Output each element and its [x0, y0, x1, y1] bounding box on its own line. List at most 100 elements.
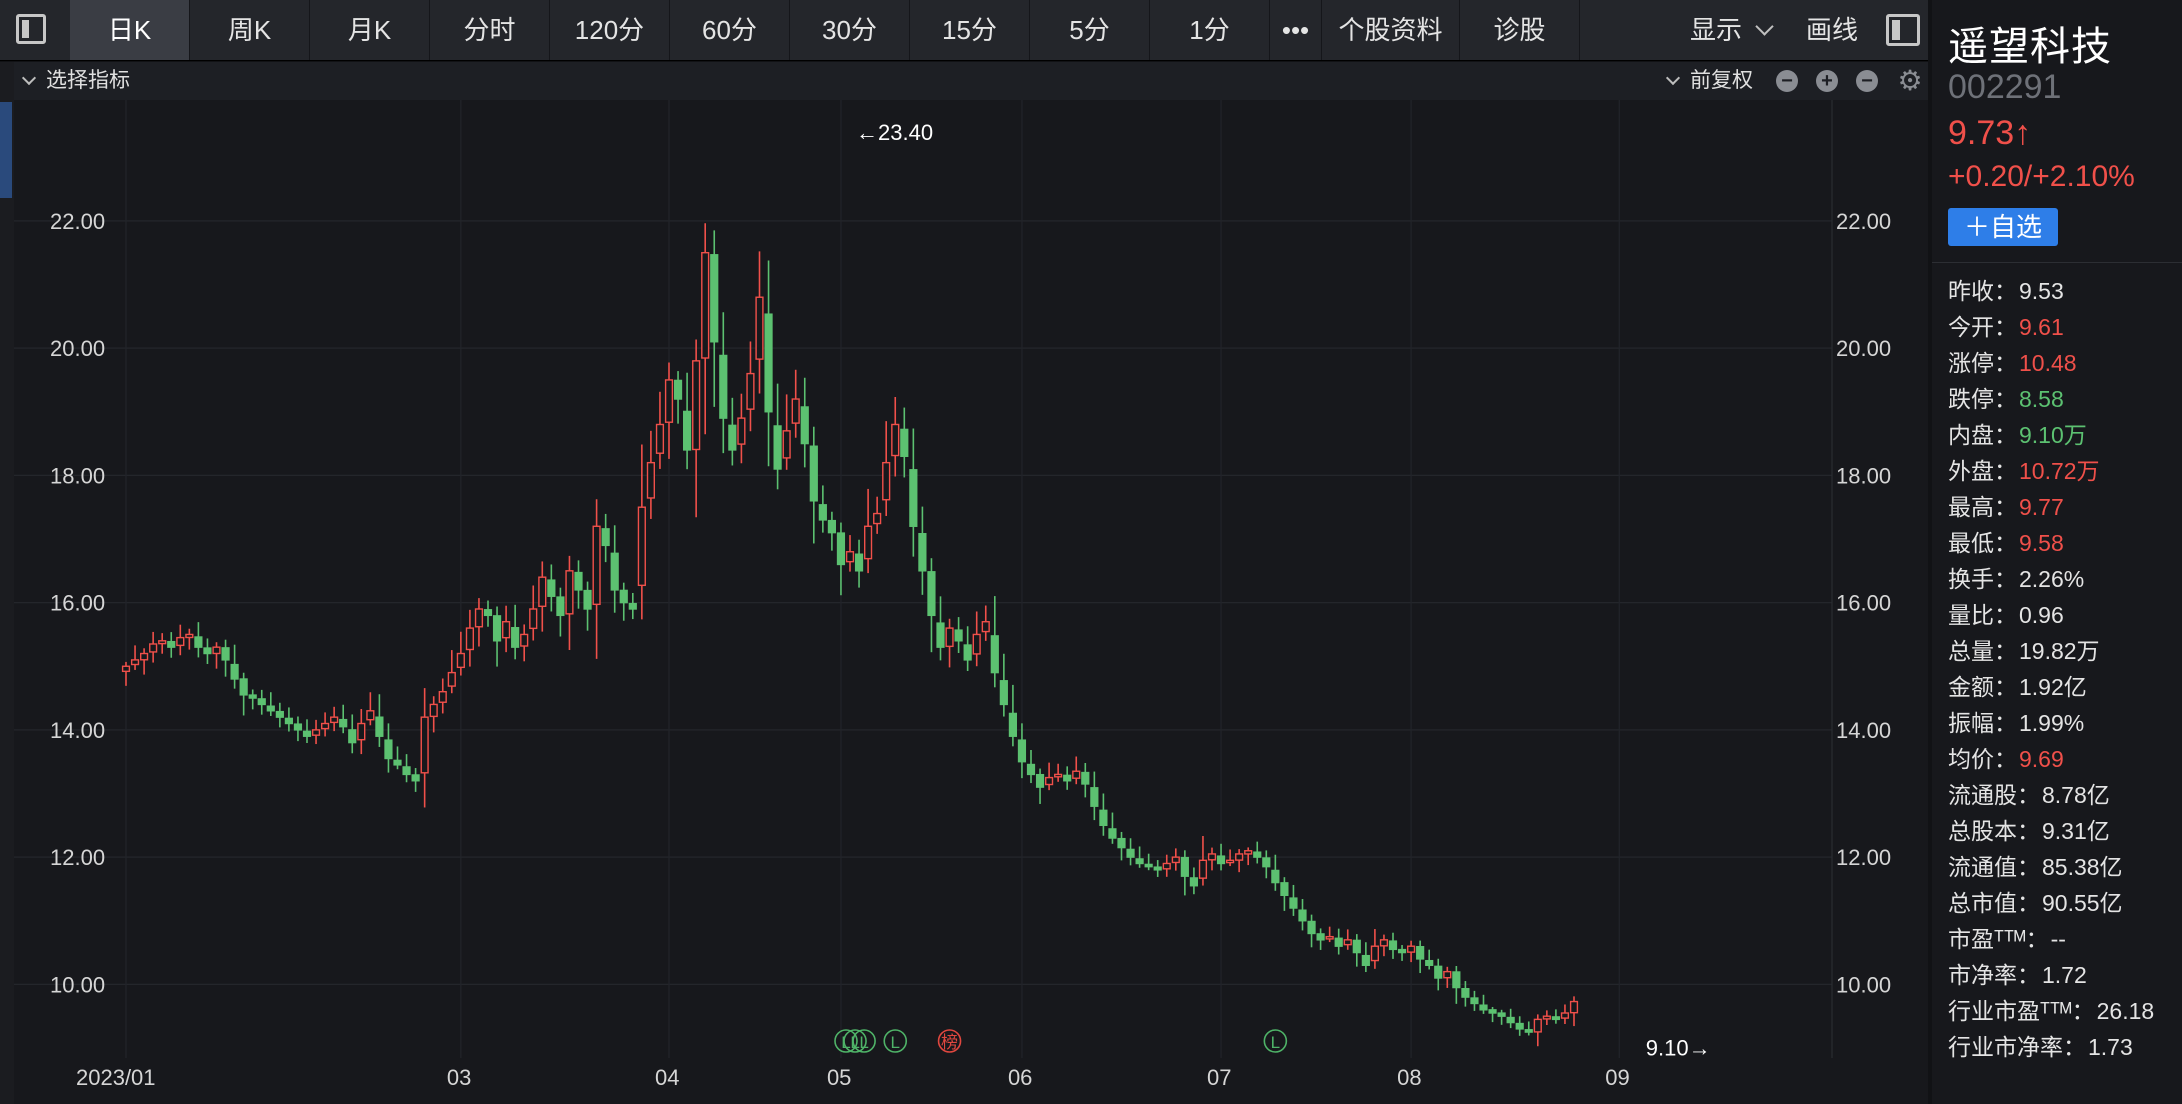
candle-body	[321, 722, 330, 730]
candle-body	[764, 313, 773, 413]
candle-body	[719, 354, 728, 419]
candle-body	[248, 694, 257, 699]
candle-body	[447, 671, 456, 687]
y-tick-label: 20.00	[1836, 336, 1891, 361]
candle-body	[212, 646, 221, 655]
stat-label: 行业市盈ᵀᵀᴹ：	[1948, 998, 2095, 1024]
candle-body	[583, 589, 592, 610]
candle-body	[411, 774, 420, 782]
candle-body	[773, 425, 782, 470]
candle-body	[502, 621, 511, 639]
candle-body	[1044, 776, 1054, 786]
candle-body	[628, 602, 637, 610]
y-tick-label: 22.00	[50, 209, 105, 234]
candle-body	[1542, 1015, 1551, 1020]
stat-value: 19.82万	[2019, 638, 2100, 664]
stat-row: 市盈ᵀᵀᴹ：--	[1948, 920, 2066, 954]
candle-body	[1307, 920, 1316, 935]
candle-body	[854, 553, 864, 572]
candle-body	[574, 571, 583, 591]
candle-body	[538, 576, 547, 607]
candle-body	[1063, 774, 1072, 782]
candle-body	[999, 680, 1008, 706]
stat-value: 9.69	[2019, 746, 2064, 772]
candle-body	[1235, 853, 1244, 861]
candle-body	[556, 596, 565, 617]
stat-label: 外盘：	[1948, 458, 2017, 484]
stat-row: 金额：1.92亿	[1948, 668, 2087, 702]
y-tick-label: 10.00	[50, 972, 105, 997]
candle-body	[900, 428, 909, 457]
y-tick-label: 16.00	[50, 591, 105, 616]
y-tick-label: 14.00	[1836, 718, 1891, 743]
candle-body	[529, 608, 538, 630]
candle-body	[1343, 939, 1352, 946]
stat-row: 市净率：1.72	[1948, 956, 2087, 990]
y-tick-label: 22.00	[1836, 209, 1891, 234]
candle-body	[1370, 945, 1380, 962]
event-marker-label: L	[859, 1033, 868, 1052]
candle-body	[945, 627, 954, 648]
stat-label: 涨停：	[1948, 350, 2017, 376]
candle-body	[981, 621, 990, 633]
candle-body	[1551, 1016, 1561, 1021]
x-tick-label: 06	[1008, 1065, 1032, 1090]
x-tick-label: 05	[827, 1065, 851, 1090]
stat-row: 内盘：9.10万	[1948, 416, 2087, 450]
candle-body	[637, 506, 646, 587]
stat-value: --	[2050, 926, 2066, 952]
candle-body	[456, 652, 465, 669]
candle-body	[673, 379, 683, 400]
candle-body	[746, 372, 755, 410]
stat-label: 最低：	[1948, 530, 2017, 556]
candle-body	[420, 716, 429, 774]
candle-body	[1533, 1018, 1542, 1033]
candle-body	[1397, 948, 1407, 954]
candle-body	[1524, 1029, 1533, 1033]
stat-label: 金额：	[1948, 674, 2017, 700]
candle-body	[547, 579, 556, 597]
stat-label: 市盈ᵀᵀᴹ：	[1948, 926, 2049, 952]
kline-chart[interactable]: 10.00 12.00 14.00 16.00 18.00 22.00 20.00 10.0…	[0, 0, 1928, 1104]
candle-body	[366, 710, 375, 721]
candle-body	[1361, 954, 1370, 966]
candle-body	[167, 640, 176, 648]
candle-body	[492, 615, 502, 642]
candle-body	[1515, 1022, 1524, 1030]
y-tick-label: 16.00	[1836, 591, 1891, 616]
candle-body	[1470, 997, 1479, 1005]
candle-body	[791, 398, 800, 424]
candle-body	[284, 717, 294, 725]
candle-body	[474, 608, 484, 628]
stat-row: 行业市盈ᵀᵀᴹ：26.18	[1948, 992, 2154, 1026]
stat-label: 最高：	[1948, 494, 2017, 520]
stat-row: 跌停：8.58	[1948, 380, 2064, 414]
stat-label: 均价：	[1948, 746, 2017, 772]
candle-body	[239, 678, 248, 696]
stock-info-panel: 遥望科技 002291 9.73↑ +0.20/+2.10% ＋自选 昨收：9.…	[1932, 0, 2182, 1104]
stat-value: 2.26%	[2019, 566, 2085, 592]
stat-label: 内盘：	[1948, 422, 2017, 448]
stat-label: 量比：	[1948, 602, 2017, 628]
candle-body	[221, 647, 230, 661]
divider	[1932, 262, 2182, 263]
stat-row: 量比：0.96	[1948, 596, 2064, 630]
candle-body	[882, 461, 891, 501]
candle-body	[728, 424, 737, 451]
candle-body	[936, 622, 945, 648]
candle-body	[918, 533, 927, 572]
candle-body	[130, 659, 140, 666]
stat-label: 今开：	[1948, 314, 2017, 340]
chart-background	[14, 100, 1928, 1104]
candle-body	[1017, 739, 1027, 763]
stat-value: 10.48	[2019, 350, 2077, 376]
max-price-marker: ←23.40	[856, 120, 933, 145]
candle-body	[185, 633, 194, 639]
candle-body	[1054, 773, 1063, 778]
candle-body	[1316, 933, 1325, 941]
stat-value: 90.55亿	[2042, 890, 2123, 916]
candle-body	[1225, 859, 1235, 864]
add-watchlist-button[interactable]: ＋自选	[1948, 208, 2058, 246]
candle-body	[737, 417, 746, 445]
candle-body	[1406, 945, 1416, 953]
